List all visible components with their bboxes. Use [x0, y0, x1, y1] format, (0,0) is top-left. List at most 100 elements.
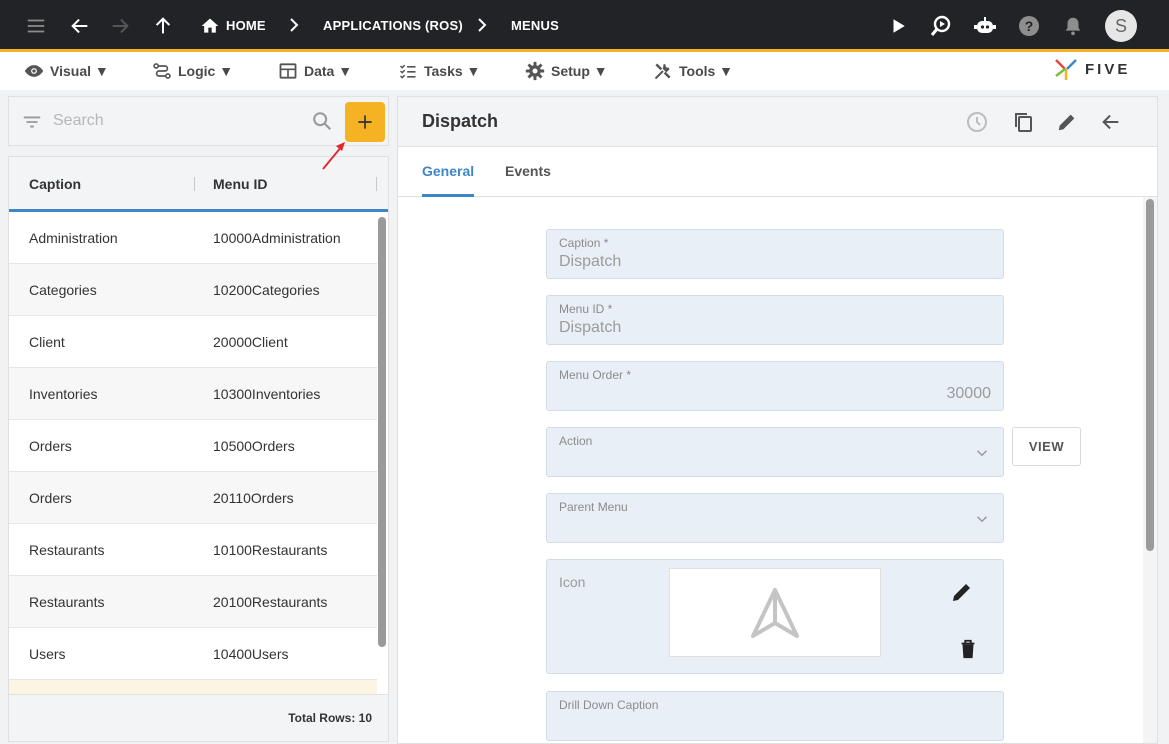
table-row[interactable]: Orders 20110Orders — [9, 472, 377, 524]
cell-caption: Categories — [29, 282, 97, 298]
view-action-button[interactable]: VIEW — [1012, 427, 1081, 466]
drill-down-caption-field[interactable]: Drill Down Caption — [546, 691, 1004, 741]
help-icon[interactable]: ? — [1015, 12, 1043, 40]
grid-rows: Administration 10000Administration Catego… — [9, 212, 377, 732]
action-select[interactable]: Action — [546, 427, 1004, 477]
menu-tools-label: Tools ▼ — [679, 63, 734, 79]
chevron-right-icon — [478, 18, 487, 32]
icon-field-label: Icon — [559, 574, 586, 590]
menu-tasks[interactable]: Tasks ▼ — [398, 60, 480, 82]
hamburger-menu-icon[interactable] — [22, 12, 50, 40]
cell-caption: Users — [29, 646, 66, 662]
table-row[interactable]: Client 20000Client — [9, 316, 377, 368]
notifications-bell-icon[interactable] — [1059, 12, 1087, 40]
five-logo-icon — [1055, 59, 1077, 80]
table-row[interactable]: Orders 10500Orders — [9, 420, 377, 472]
menu-id-field-value: Dispatch — [559, 319, 622, 336]
icon-preview[interactable] — [669, 568, 881, 657]
navigation-arrow-icon — [751, 587, 799, 638]
checklist-icon — [399, 64, 416, 79]
edit-icon-pencil-icon[interactable] — [950, 580, 974, 604]
tab-events[interactable]: Events — [505, 163, 551, 179]
table-row[interactable]: Restaurants 10100Restaurants — [9, 524, 377, 576]
search-icon[interactable] — [311, 110, 333, 132]
chevron-down-icon — [976, 450, 988, 457]
menu-logic[interactable]: Logic ▼ — [152, 60, 233, 82]
record-form-panel: Dispatch General Events Caption * Dispat… — [397, 96, 1158, 744]
play-icon[interactable] — [884, 12, 912, 40]
column-divider[interactable] — [194, 177, 195, 191]
menu-tools[interactable]: Tools ▼ — [653, 60, 733, 82]
form-scrollbar[interactable] — [1146, 199, 1154, 551]
table-row[interactable]: Inventories 10300Inventories — [9, 368, 377, 420]
active-tab-indicator — [422, 194, 474, 197]
five-logo: FIVE — [1053, 56, 1130, 82]
back-arrow-icon[interactable] — [66, 12, 94, 40]
gear-icon — [525, 61, 545, 81]
column-header-menu-id[interactable]: Menu ID — [213, 176, 267, 192]
menu-order-field-label: Menu Order * — [559, 368, 632, 382]
action-select-label: Action — [559, 434, 593, 448]
cell-caption: Orders — [29, 438, 72, 454]
caption-field-label: Caption * — [559, 236, 609, 250]
table-row[interactable]: Restaurants 20100Restaurants — [9, 576, 377, 628]
up-arrow-icon[interactable] — [149, 12, 177, 40]
chat-bot-icon[interactable] — [971, 12, 999, 40]
drill-down-caption-label: Drill Down Caption — [559, 698, 659, 712]
home-icon[interactable] — [196, 12, 224, 40]
five-logo-text: FIVE — [1085, 60, 1131, 78]
column-divider[interactable] — [376, 177, 377, 191]
copy-icon[interactable] — [1010, 109, 1036, 135]
user-avatar[interactable]: S — [1105, 10, 1137, 42]
main-menu-bar: Visual ▼ Logic ▼ Data ▼ Tasks ▼ Setup ▼ … — [0, 52, 1169, 90]
breadcrumb-current: MENUS — [511, 18, 559, 33]
search-input[interactable] — [53, 109, 303, 133]
filter-icon[interactable] — [21, 111, 43, 133]
total-rows-count: Total Rows: 10 — [288, 711, 372, 725]
add-record-button[interactable] — [345, 102, 385, 142]
cell-caption: Restaurants — [29, 594, 105, 610]
forward-arrow-icon[interactable] — [106, 12, 134, 40]
table-row[interactable]: Categories 10200Categories — [9, 264, 377, 316]
tab-general[interactable]: General — [422, 163, 474, 179]
annotation-arrow-icon — [322, 142, 345, 170]
edit-pencil-icon[interactable] — [1054, 109, 1080, 135]
menu-visual[interactable]: Visual ▼ — [24, 60, 109, 82]
history-icon[interactable] — [964, 109, 990, 135]
table-icon — [279, 63, 297, 79]
cell-caption: Orders — [29, 490, 72, 506]
table-row[interactable]: Users 10400Users — [9, 628, 377, 680]
cell-menu-id: 10500Orders — [213, 438, 295, 454]
menu-data[interactable]: Data ▼ — [278, 60, 352, 82]
eye-icon — [24, 65, 44, 77]
cell-menu-id: 10100Restaurants — [213, 542, 328, 558]
cell-menu-id: 10200Categories — [213, 282, 320, 298]
menu-visual-label: Visual ▼ — [50, 63, 109, 79]
debug-search-icon[interactable] — [927, 12, 955, 40]
menu-logic-label: Logic ▼ — [178, 63, 234, 79]
cell-menu-id: 20110Orders — [213, 490, 294, 506]
menu-setup[interactable]: Setup ▼ — [525, 60, 608, 82]
breadcrumb-home[interactable]: HOME — [226, 18, 266, 33]
app-top-bar: HOME APPLICATIONS (ROS) MENUS ? S — [0, 0, 1169, 52]
grid-scrollbar[interactable] — [378, 217, 386, 647]
breadcrumb-application[interactable]: APPLICATIONS (ROS) — [323, 18, 463, 33]
delete-trash-icon[interactable] — [957, 638, 979, 660]
plus-icon — [358, 115, 372, 129]
menu-id-field[interactable]: Menu ID * Dispatch — [546, 295, 1004, 345]
cell-caption: Administration — [29, 230, 118, 246]
table-row[interactable]: Administration 10000Administration — [9, 212, 377, 264]
parent-menu-select-label: Parent Menu — [559, 500, 628, 514]
menu-order-field[interactable]: Menu Order * 30000 — [546, 361, 1004, 411]
menu-data-label: Data ▼ — [304, 63, 353, 79]
menu-tasks-label: Tasks ▼ — [424, 63, 481, 79]
parent-menu-select[interactable]: Parent Menu — [546, 493, 1004, 543]
svg-text:?: ? — [1025, 18, 1034, 34]
chevron-down-icon — [976, 516, 988, 523]
caption-field[interactable]: Caption * Dispatch — [546, 229, 1004, 279]
cell-caption: Restaurants — [29, 542, 105, 558]
chevron-right-icon — [290, 18, 299, 32]
back-arrow-icon[interactable] — [1098, 109, 1124, 135]
column-header-caption[interactable]: Caption — [29, 176, 81, 192]
caption-field-value: Dispatch — [559, 253, 622, 270]
